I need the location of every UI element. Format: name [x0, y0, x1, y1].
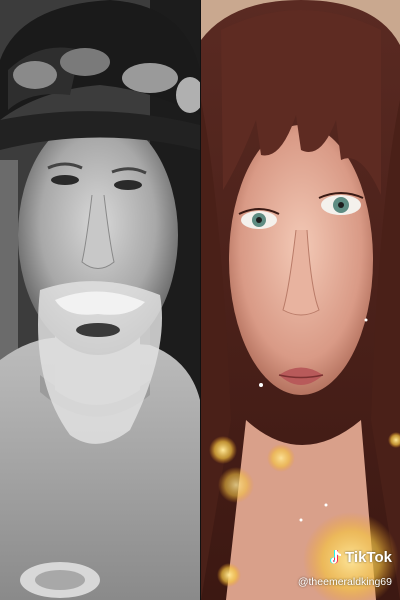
right-video-panel: TikTok @theemeraldking69: [201, 0, 400, 600]
left-video-panel: [0, 0, 200, 600]
left-video-image: [0, 0, 200, 600]
tiktok-brand-label: TikTok: [345, 549, 392, 566]
tiktok-note-icon: [328, 549, 342, 566]
tiktok-watermark: TikTok: [328, 549, 392, 566]
right-video-image: [201, 0, 400, 600]
tiktok-username: @theemeraldking69: [297, 576, 392, 588]
duet-video-frame: TikTok @theemeraldking69: [0, 0, 400, 600]
